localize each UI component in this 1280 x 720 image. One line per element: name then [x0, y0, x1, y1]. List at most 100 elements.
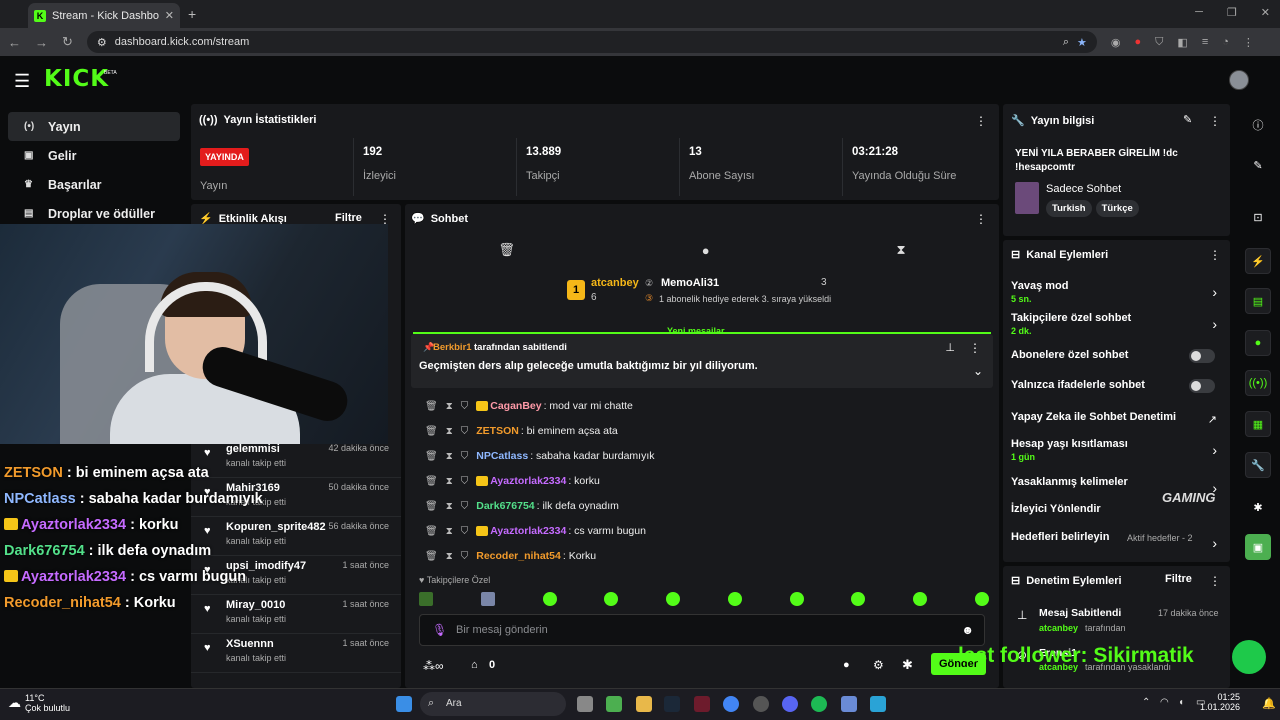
channel-points-icon[interactable]: ⁂∞: [423, 659, 444, 673]
minecraft-icon[interactable]: [606, 696, 622, 712]
hourglass-icon[interactable]: ⧗: [896, 242, 905, 258]
app-icon[interactable]: [870, 696, 886, 712]
info-icon[interactable]: ⓘ: [1245, 112, 1271, 138]
emote-icon[interactable]: [851, 592, 866, 606]
file-explorer-icon[interactable]: [636, 696, 652, 712]
sidebar-item-yayin[interactable]: (•) Yayın: [8, 112, 180, 141]
minimize-icon[interactable]: ─: [1195, 6, 1203, 19]
maximize-icon[interactable]: ❐: [1227, 6, 1237, 19]
tag-chip[interactable]: Turkish: [1046, 200, 1092, 217]
emote-icon[interactable]: [974, 592, 989, 606]
pinned-by-user[interactable]: Berkbir1: [433, 342, 472, 353]
chat-username[interactable]: Recoder_nihat54: [476, 550, 561, 562]
trash-icon[interactable]: 🗑: [425, 526, 438, 537]
chat-bubble-icon[interactable]: ●: [843, 659, 850, 671]
filter-button[interactable]: Filtre: [1165, 573, 1192, 585]
kick-logo[interactable]: KICK: [44, 66, 109, 92]
document-icon[interactable]: ▤: [1245, 288, 1271, 314]
more-options-icon[interactable]: ⋮: [1209, 574, 1221, 588]
hourglass-icon[interactable]: ⧗: [446, 401, 453, 412]
emote-icon[interactable]: [666, 592, 681, 606]
shield-icon[interactable]: ⛉: [1155, 36, 1163, 49]
gift-user[interactable]: MemoAli31: [661, 277, 719, 289]
more-options-icon[interactable]: ⋮: [969, 341, 981, 355]
trash-icon[interactable]: 🗑: [425, 501, 438, 512]
chevron-down-icon[interactable]: ⌄: [973, 364, 983, 378]
hourglass-icon[interactable]: ⧗: [446, 476, 453, 487]
discord-icon[interactable]: [782, 696, 798, 712]
emote-icon[interactable]: [419, 592, 433, 606]
tag-chip[interactable]: Türkçe: [1095, 200, 1139, 217]
app-icon[interactable]: [841, 696, 857, 712]
hourglass-icon[interactable]: ⧗: [446, 501, 453, 512]
chevron-right-icon[interactable]: ›: [1212, 442, 1217, 458]
channel-action-row[interactable]: Yapay Zeka ile Sohbet Denetimi ↗: [1011, 411, 1223, 426]
unpin-icon[interactable]: ⊥: [945, 341, 955, 354]
trash-icon[interactable]: 🗑: [425, 476, 438, 487]
sidebar-item-gelir[interactable]: ▣ Gelir: [8, 141, 180, 170]
chat-username[interactable]: Dark676754: [476, 500, 534, 512]
channel-action-row[interactable]: Yasaklanmış kelimeler ›: [1011, 476, 1223, 496]
activity-user[interactable]: gelemmisi: [226, 443, 280, 455]
hamburger-menu-icon[interactable]: ☰: [14, 71, 30, 92]
close-window-icon[interactable]: ✕: [1261, 6, 1270, 19]
chrome-icon[interactable]: [723, 696, 739, 712]
app-avatar-icon[interactable]: ▣: [1245, 534, 1271, 560]
trash-icon[interactable]: 🗑: [425, 426, 438, 437]
emoji-icon[interactable]: ☻: [961, 623, 974, 637]
app-icon[interactable]: [753, 696, 769, 712]
microphone-icon[interactable]: 🎙: [432, 623, 447, 637]
channel-action-row[interactable]: Hedefleri belirleyin Aktif hedefler - 2 ›: [1011, 531, 1223, 551]
url-input[interactable]: ⚙ dashboard.kick.com/stream ⌕ ★: [86, 31, 1097, 53]
back-icon[interactable]: ←: [8, 35, 21, 50]
gift-top-user[interactable]: atcanbey: [591, 277, 639, 289]
trash-icon[interactable]: 🗑: [498, 242, 515, 258]
chevron-right-icon[interactable]: ›: [1212, 284, 1217, 300]
chat-username[interactable]: CaganBey: [490, 400, 541, 412]
channel-action-row[interactable]: Abonelere özel sohbet: [1011, 349, 1223, 363]
screenshot-icon[interactable]: ⊡: [1245, 204, 1271, 230]
trash-icon[interactable]: 🗑: [425, 551, 438, 562]
forward-icon[interactable]: →: [35, 35, 48, 50]
chat-bubble-icon[interactable]: ●: [702, 243, 710, 258]
taskbar-clock[interactable]: 01:25 1.01.2026: [1200, 692, 1240, 712]
steam-icon[interactable]: [664, 696, 680, 712]
emote-icon[interactable]: [604, 592, 619, 606]
external-link-icon[interactable]: ↗: [1208, 413, 1217, 426]
extension-icon[interactable]: ◉: [1111, 36, 1121, 49]
chat-username[interactable]: Ayaztorlak2334: [490, 475, 566, 487]
toggle-switch[interactable]: [1189, 379, 1215, 393]
chat-username[interactable]: Ayaztorlak2334: [490, 525, 566, 537]
tray-chevron-icon[interactable]: ⌃: [1142, 697, 1150, 708]
emote-icon[interactable]: [480, 592, 495, 606]
chat-username[interactable]: ZETSON: [476, 425, 519, 437]
category-thumbnail[interactable]: [1015, 182, 1039, 214]
settings-gear-icon[interactable]: ⚙: [873, 658, 884, 672]
channel-action-row[interactable]: Takipçilere özel sohbet 2 dk. ›: [1011, 312, 1223, 336]
channel-action-row[interactable]: Hesap yaşı kısıtlaması 1 gün ›: [1011, 438, 1223, 462]
emote-icon[interactable]: [789, 592, 804, 606]
chevron-right-icon[interactable]: ›: [1212, 535, 1217, 551]
site-info-icon[interactable]: ⚙: [97, 36, 107, 49]
puzzle-icon[interactable]: ✱: [902, 657, 913, 673]
toggle-switch[interactable]: [1189, 349, 1215, 363]
emote-icon[interactable]: [727, 592, 742, 606]
zoom-icon[interactable]: ⌕: [1063, 36, 1069, 49]
chevron-right-icon[interactable]: ›: [1212, 316, 1217, 332]
broadcast-icon[interactable]: ((•)): [1245, 370, 1271, 396]
tab-search-icon[interactable]: ≡: [1202, 36, 1208, 49]
windows-start-icon[interactable]: [396, 696, 412, 712]
app-icon[interactable]: [694, 696, 710, 712]
channel-action-row[interactable]: Yalnızca ifadelerle sohbet: [1011, 379, 1223, 393]
more-options-icon[interactable]: ⋮: [1209, 114, 1221, 128]
puzzle-icon[interactable]: ✱: [1245, 494, 1271, 520]
channel-action-row[interactable]: Yavaş mod 5 sn. ›: [1011, 280, 1223, 304]
reload-icon[interactable]: ↻: [62, 34, 73, 50]
trash-icon[interactable]: 🗑: [425, 401, 438, 412]
notification-bell-icon[interactable]: 🔔: [1262, 697, 1276, 710]
hourglass-icon[interactable]: ⧗: [446, 526, 453, 537]
task-view-icon[interactable]: [577, 696, 593, 712]
close-tab-icon[interactable]: ✕: [165, 9, 174, 22]
edit-pencil-icon[interactable]: ✎: [1183, 113, 1192, 126]
wrench-icon[interactable]: 🔧: [1245, 452, 1271, 478]
